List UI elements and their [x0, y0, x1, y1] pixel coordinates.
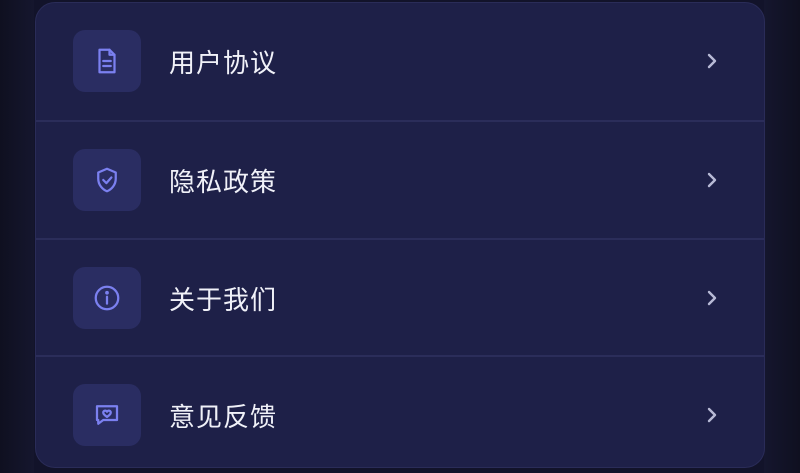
icon-container: [73, 384, 141, 446]
heart-message-icon: [95, 405, 119, 425]
right-backdrop: [764, 0, 800, 473]
chevron-right-icon: [702, 51, 722, 71]
document-icon: [98, 48, 116, 74]
menu-item-label: 意见反馈: [169, 402, 278, 433]
chevron-right-icon: [702, 288, 722, 308]
menu-item-label: 关于我们: [169, 285, 278, 316]
icon-container: [73, 30, 141, 92]
menu-item-about-us[interactable]: 关于我们: [36, 240, 764, 356]
left-backdrop: [0, 0, 34, 473]
menu-item-feedback[interactable]: 意见反馈: [36, 357, 764, 467]
menu-item-label: 用户协议: [169, 48, 278, 79]
info-icon: [94, 285, 120, 311]
menu-item-privacy-policy[interactable]: 隐私政策: [36, 122, 764, 238]
chevron-right-icon: [702, 170, 722, 190]
settings-menu-card: 用户协议 隐私政策 关于我们 意见反馈: [35, 2, 765, 468]
icon-container: [73, 267, 141, 329]
icon-container: [73, 149, 141, 211]
menu-item-user-agreement[interactable]: 用户协议: [36, 3, 764, 119]
shield-check-icon: [97, 167, 117, 193]
chevron-right-icon: [702, 405, 722, 425]
menu-item-label: 隐私政策: [169, 167, 278, 198]
